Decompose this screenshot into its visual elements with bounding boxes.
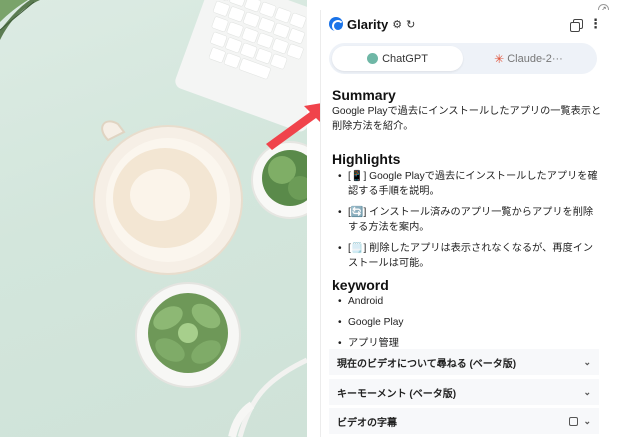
chatgpt-icon: [367, 53, 379, 64]
list-item: [🔄] インストール済みのアプリ一覧からアプリを削除する方法を案内。: [338, 205, 602, 235]
keyword-section: keyword Android Google Play アプリ管理: [332, 277, 404, 351]
leaf-image: [0, 0, 40, 40]
highlights-heading: Highlights: [332, 151, 401, 167]
list-item: [🗒️] 削除したアプリは表示されなくなるが、再度インストールは可能。: [338, 241, 602, 271]
summary-section: Summary Google Playで過去にインストールしたアプリの一覧表示と…: [332, 87, 602, 134]
tab-label: Claude-2···: [507, 52, 563, 65]
desk-illustration: [0, 0, 307, 437]
accordion-transcript[interactable]: ビデオの字幕 ⌄: [329, 408, 599, 434]
copy-icon[interactable]: [569, 416, 579, 426]
accordion-label: 現在のビデオについて尋ねる (ベータ版): [337, 358, 517, 370]
tab-claude[interactable]: ✳ Claude-2···: [463, 46, 594, 71]
tab-label: ChatGPT: [382, 52, 428, 65]
summary-heading: Summary: [332, 87, 396, 103]
succulent-image: [135, 282, 241, 388]
gear-icon[interactable]: ⚙: [392, 18, 402, 31]
refresh-icon[interactable]: ↻: [406, 18, 415, 31]
summary-text: Google Playで過去にインストールしたアプリの一覧表示と削除方法を紹介。: [332, 106, 602, 132]
accordion-label: キーモーメント (ベータ版): [337, 388, 457, 400]
panel-header: Glarity ⚙ ↻ ⋮: [329, 13, 602, 35]
glarity-panel: Glarity ⚙ ↻ ⋮ ChatGPT ✳ Claude-2··· Summ…: [320, 10, 610, 437]
claude-icon: ✳: [494, 51, 505, 66]
glarity-logo-icon: [329, 17, 344, 32]
list-item: Google Play: [338, 315, 404, 330]
chevron-down-icon: ⌄: [583, 356, 591, 367]
model-tabs: ChatGPT ✳ Claude-2···: [329, 43, 597, 74]
list-item: Android: [338, 294, 404, 309]
list-item: [📱] Google Playで過去にインストールしたアプリを確認する手順を説明…: [338, 169, 602, 199]
accordion-label: ビデオの字幕: [337, 417, 397, 429]
brand-name: Glarity: [347, 16, 389, 32]
accordion-key-moments[interactable]: キーモーメント (ベータ版) ⌄: [329, 379, 599, 405]
copy-icon[interactable]: [570, 19, 583, 32]
more-vertical-icon[interactable]: ⋮: [589, 17, 602, 32]
highlights-section: Highlights [📱] Google Playで過去にインストールしたアプ…: [332, 151, 602, 271]
accordion-ask-video[interactable]: 現在のビデオについて尋ねる (ベータ版) ⌄: [329, 349, 599, 375]
keyword-heading: keyword: [332, 277, 389, 293]
chevron-down-icon: ⌄: [583, 386, 591, 397]
tab-chatgpt[interactable]: ChatGPT: [332, 46, 463, 71]
coffee-cup-image: [93, 120, 243, 275]
background-photo: [0, 0, 307, 437]
chevron-down-icon: ⌄: [583, 415, 591, 426]
